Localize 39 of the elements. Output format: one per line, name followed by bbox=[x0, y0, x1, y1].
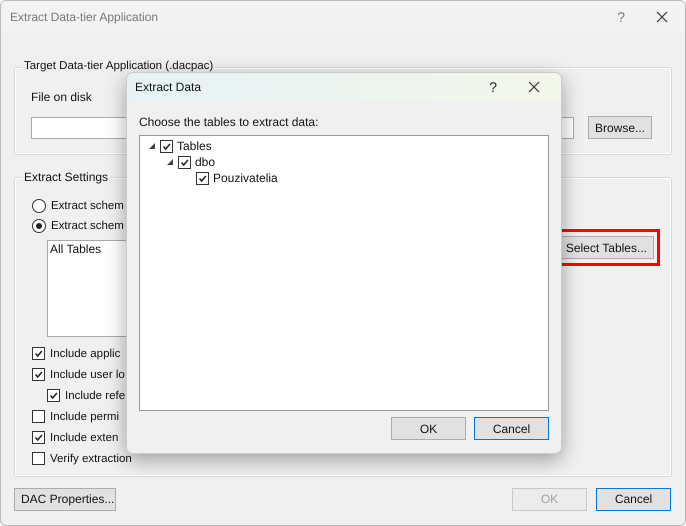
browse-button[interactable]: Browse... bbox=[588, 116, 652, 139]
checkbox[interactable] bbox=[32, 368, 45, 381]
radio-button[interactable] bbox=[32, 199, 46, 213]
checkbox[interactable] bbox=[32, 431, 45, 444]
checkbox-label: Include user lo bbox=[50, 368, 125, 380]
radio-label: Extract schem bbox=[51, 200, 124, 212]
tree-item[interactable]: Tables bbox=[177, 139, 212, 153]
expanded-arrow-icon[interactable] bbox=[148, 142, 156, 150]
checkbox-label: Include refe bbox=[65, 390, 126, 402]
checkbox-label: Include applic bbox=[50, 348, 120, 360]
checkbox[interactable] bbox=[178, 156, 191, 168]
expanded-arrow-icon[interactable] bbox=[166, 158, 174, 166]
tree-item[interactable]: dbo bbox=[195, 155, 216, 169]
group-title: Target Data-tier Application (.dacpac) bbox=[22, 59, 216, 73]
dialog-button[interactable]: Cancel bbox=[596, 488, 671, 510]
help-button[interactable]: ? bbox=[489, 79, 497, 95]
dac-properties-button[interactable]: DAC Properties... bbox=[14, 488, 116, 510]
dialog-button[interactable]: Cancel bbox=[474, 417, 549, 440]
checkbox[interactable] bbox=[32, 452, 45, 465]
close-icon[interactable] bbox=[655, 10, 669, 24]
field-label: File on disk bbox=[31, 90, 93, 104]
window-title: Extract Data-tier Application bbox=[10, 10, 158, 24]
help-button[interactable]: ? bbox=[617, 9, 625, 25]
checkbox[interactable] bbox=[32, 410, 45, 423]
tree-item[interactable]: Pouzivatelia bbox=[213, 171, 278, 185]
checkbox[interactable] bbox=[47, 389, 60, 402]
checkbox-label: Verify extraction bbox=[50, 452, 132, 464]
group-title: Extract Settings bbox=[22, 170, 110, 184]
close-icon[interactable] bbox=[527, 80, 541, 94]
dialog-title: Extract Data bbox=[135, 80, 202, 94]
checkbox-label: Include exten bbox=[50, 432, 118, 444]
prompt-text: Choose the tables to extract data: bbox=[139, 115, 320, 129]
checkbox-label: Include permi bbox=[50, 410, 120, 422]
checkbox[interactable] bbox=[32, 347, 45, 360]
checkbox[interactable] bbox=[196, 172, 209, 184]
radio-label: Extract schem bbox=[51, 220, 124, 232]
radio-button[interactable] bbox=[32, 219, 46, 233]
dialog-button[interactable]: OK bbox=[391, 417, 466, 440]
checkbox[interactable] bbox=[160, 140, 173, 152]
